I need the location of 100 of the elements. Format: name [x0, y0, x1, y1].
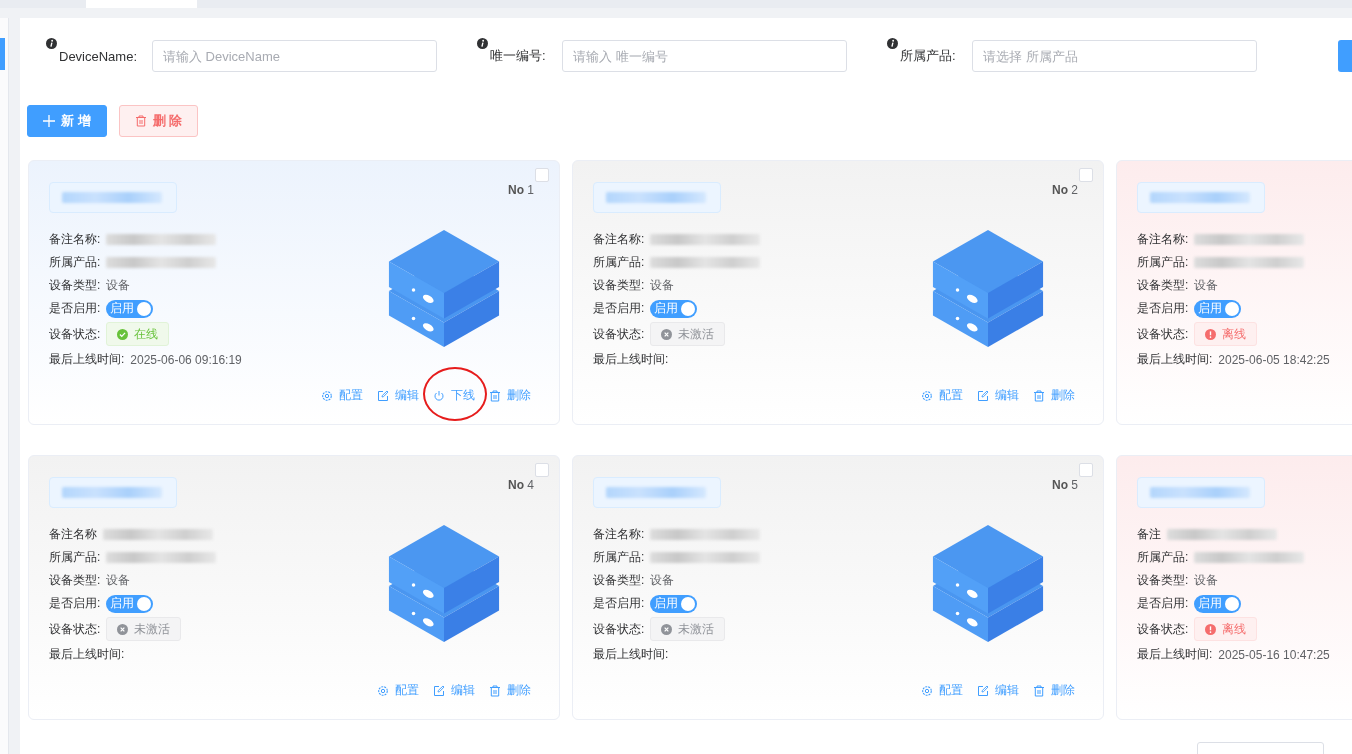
card-number: No 1: [508, 183, 534, 197]
config-link[interactable]: 配置: [377, 682, 419, 699]
field-label: 备注名称:: [593, 526, 645, 543]
toggle-switch[interactable]: 启用: [106, 299, 154, 318]
field-label: 设备类型:: [593, 277, 645, 294]
field-label: 是否启用:: [1137, 595, 1189, 612]
edit-link[interactable]: 编辑: [977, 682, 1019, 699]
field-label: 备注名称: [49, 526, 97, 543]
field-label: 最后上线时间:: [1137, 646, 1213, 663]
field-label: 是否启用:: [1137, 300, 1189, 317]
field-label: 设备状态:: [1137, 325, 1189, 343]
toggle-switch[interactable]: 启用: [106, 594, 154, 613]
status-tag: 离线: [1194, 617, 1258, 641]
filter-input[interactable]: 请选择 所属产品: [972, 40, 1257, 72]
info-icon: [887, 38, 898, 49]
filter-label: 所属产品:: [900, 47, 957, 65]
delete-button[interactable]: 删 除: [118, 105, 199, 137]
field-label: 所属产品:: [593, 549, 645, 566]
filter-label: 唯一编号:: [490, 47, 547, 65]
field-label: 设备状态:: [1137, 620, 1189, 638]
status-tag: 未激活: [650, 322, 726, 346]
toggle-switch[interactable]: 启用: [650, 594, 698, 613]
field-value: 2025-06-06 09:16:19: [130, 352, 242, 367]
field-value: 2025-05-16 10:47:25: [1218, 647, 1330, 662]
card-checkbox[interactable]: [535, 463, 549, 477]
settings-icon: [377, 684, 389, 697]
card-number: No 2: [1052, 183, 1078, 197]
card-checkbox[interactable]: [1079, 168, 1093, 182]
trash-icon: [1033, 684, 1045, 697]
settings-icon: [921, 684, 933, 697]
field-label: 所属产品:: [1137, 254, 1189, 271]
delete-link[interactable]: 删除: [489, 387, 531, 404]
power-icon: [433, 389, 445, 402]
filter-label: DeviceName:: [59, 48, 139, 64]
field-label: 设备状态:: [593, 620, 645, 638]
delete-link[interactable]: 删除: [1033, 682, 1075, 699]
toggle-switch[interactable]: 启用: [1194, 299, 1242, 318]
trash-icon: [489, 684, 501, 697]
field-label: 设备类型:: [49, 277, 101, 294]
field-label: 设备类型:: [1137, 572, 1189, 589]
edit-link[interactable]: 编辑: [377, 387, 419, 404]
edit-icon: [977, 389, 989, 402]
field-label: 是否启用:: [49, 595, 101, 612]
field-label: 备注名称:: [49, 231, 101, 248]
field-label: 是否启用:: [49, 300, 101, 317]
info-icon: [477, 38, 488, 49]
trash-icon: [1033, 389, 1045, 402]
card-number: No 5: [1052, 478, 1078, 492]
field-label: 所属产品:: [593, 254, 645, 271]
field-value: 设备: [106, 572, 131, 589]
field-label: 设备状态:: [49, 620, 101, 638]
field-label: 最后上线时间:: [593, 351, 669, 368]
field-label: 所属产品:: [49, 549, 101, 566]
config-link[interactable]: 配置: [921, 387, 963, 404]
field-label: 所属产品:: [49, 254, 101, 271]
trash-icon: [134, 115, 147, 127]
card-checkbox[interactable]: [535, 168, 549, 182]
field-label: 备注名称:: [1137, 231, 1189, 248]
trash-icon: [489, 389, 501, 402]
config-link[interactable]: 配置: [921, 682, 963, 699]
field-label: 是否启用:: [593, 595, 645, 612]
status-tag: 未激活: [106, 617, 182, 641]
field-label: 设备类型:: [1137, 277, 1189, 294]
config-link[interactable]: 配置: [321, 387, 363, 404]
field-label: 最后上线时间:: [49, 351, 125, 368]
field-value: 设备: [1194, 277, 1219, 294]
status-tag: 未激活: [650, 617, 726, 641]
edit-icon: [433, 684, 445, 697]
offline-link[interactable]: 下线: [433, 387, 475, 404]
plus-icon: [43, 115, 55, 127]
toggle-switch[interactable]: 启用: [650, 299, 698, 318]
delete-link[interactable]: 删除: [1033, 387, 1075, 404]
field-label: 最后上线时间:: [593, 646, 669, 663]
field-value: 设备: [1194, 572, 1219, 589]
field-label: 备注名称:: [593, 231, 645, 248]
field-label: 备注: [1137, 526, 1161, 543]
field-label: 设备状态:: [593, 325, 645, 343]
field-label: 最后上线时间:: [1137, 351, 1213, 368]
info-icon: [46, 38, 57, 49]
status-tag: 离线: [1194, 322, 1258, 346]
card-checkbox[interactable]: [1079, 463, 1093, 477]
card-number: No 4: [508, 478, 534, 492]
edit-icon: [377, 389, 389, 402]
field-label: 设备类型:: [49, 572, 101, 589]
field-label: 设备状态:: [49, 325, 101, 343]
settings-icon: [321, 389, 333, 402]
delete-link[interactable]: 删除: [489, 682, 531, 699]
field-label: 所属产品:: [1137, 549, 1189, 566]
sidebar-item[interactable]: [0, 38, 5, 70]
field-value: 设备: [650, 572, 675, 589]
field-label: 是否启用:: [593, 300, 645, 317]
settings-icon: [921, 389, 933, 402]
status-tag: 在线: [106, 322, 170, 346]
edit-link[interactable]: 编辑: [433, 682, 475, 699]
field-value: 设备: [650, 277, 675, 294]
edit-link[interactable]: 编辑: [977, 387, 1019, 404]
filter-input[interactable]: 请输入 DeviceName: [152, 40, 437, 72]
field-value: 设备: [106, 277, 131, 294]
add-button[interactable]: 新 增: [27, 105, 107, 137]
toggle-switch[interactable]: 启用: [1194, 594, 1242, 613]
